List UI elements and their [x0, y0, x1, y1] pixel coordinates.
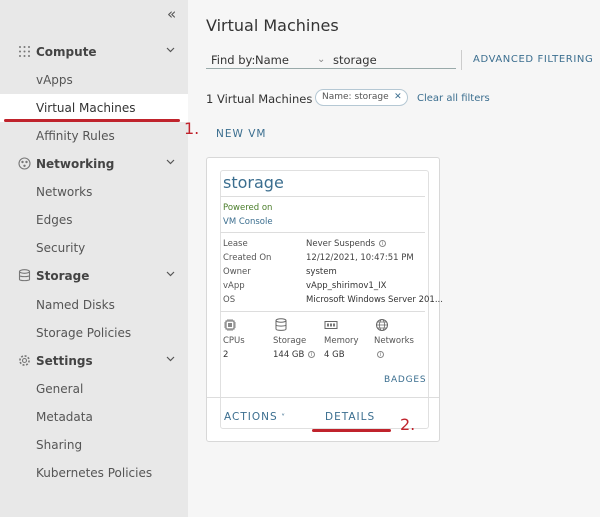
prop-value-os: Microsoft Windows Server 201... [306, 295, 443, 305]
gear-icon [19, 355, 30, 366]
result-count: 1 Virtual Machines [206, 92, 313, 106]
prop-value-owner: system [306, 267, 337, 277]
search-input[interactable]: storage [333, 53, 377, 67]
nav-group-label: Storage [36, 269, 90, 283]
storage-icon [275, 318, 287, 331]
search-underline [206, 68, 456, 69]
page-title: Virtual Machines [206, 16, 339, 35]
annotation-underline-1 [4, 119, 180, 122]
database-icon [18, 269, 31, 282]
annotation-step-1: 1. [184, 119, 200, 138]
resource-label-networks: Networks [374, 336, 414, 346]
chevron-down-icon: ˅ [277, 413, 287, 422]
resource-label-memory: Memory [324, 336, 359, 346]
info-icon[interactable]: i [378, 240, 386, 247]
globe-icon [376, 319, 388, 331]
prop-label-lease: Lease [223, 239, 248, 249]
sidebar-item-storage-policies[interactable]: Storage Policies [0, 319, 188, 347]
sidebar-item-networks[interactable]: Networks [0, 178, 188, 206]
info-icon[interactable]: i [308, 351, 316, 358]
sidebar-item-vapps[interactable]: vApps [0, 66, 188, 94]
prop-label-created-on: Created On [223, 253, 272, 263]
memory-icon [324, 321, 338, 329]
filter-chip: Name: storage ✕ [315, 89, 408, 106]
nav-group-label: Settings [36, 354, 93, 368]
sidebar: « Compute vApps Virtual Machines Affinit… [0, 0, 188, 517]
chevron-down-icon [166, 356, 175, 362]
divider [461, 50, 462, 70]
clear-all-filters-link[interactable]: Clear all filters [417, 93, 490, 104]
vm-name[interactable]: storage [223, 173, 284, 192]
nav-group-settings[interactable]: Settings [0, 347, 188, 375]
power-status: Powered on [223, 203, 273, 213]
prop-value-vapp[interactable]: vApp_shirimov1_IX [306, 281, 386, 291]
cpu-icon [224, 319, 236, 331]
actions-dropdown[interactable]: ACTIONS ˅ [224, 411, 286, 423]
chevron-down-icon: ⌄ [317, 54, 326, 65]
prop-value-lease: Never Suspends i [306, 239, 386, 249]
new-vm-button[interactable]: NEW VM [216, 128, 266, 140]
sidebar-item-sharing[interactable]: Sharing [0, 431, 188, 459]
divider [220, 311, 425, 312]
sidebar-item-kubernetes-policies[interactable]: Kubernetes Policies [0, 459, 188, 487]
prop-value-created-on: 12/12/2021, 10:47:51 PM [306, 253, 414, 263]
close-icon[interactable]: ✕ [394, 90, 402, 105]
resource-value-memory: 4 GB [324, 350, 345, 360]
chevron-down-icon [166, 271, 175, 277]
badges-link[interactable]: BADGES [384, 375, 426, 385]
prop-label-owner: Owner [223, 267, 251, 277]
annotation-step-2: 2. [400, 415, 416, 434]
chevron-down-icon [166, 159, 175, 165]
resource-value-cpus: 2 [223, 350, 229, 360]
sidebar-item-affinity-rules[interactable]: Affinity Rules [0, 122, 188, 150]
chevron-down-icon [166, 47, 175, 53]
find-by-select[interactable]: Name ⌄ [255, 53, 327, 67]
find-by-label: Find by: [211, 53, 256, 67]
divider [220, 232, 425, 233]
sidebar-item-edges[interactable]: Edges [0, 206, 188, 234]
prop-label-os: OS [223, 295, 236, 305]
divider [220, 196, 425, 197]
sidebar-item-virtual-machines[interactable]: Virtual Machines [0, 94, 188, 122]
network-icon [18, 157, 31, 170]
resource-value-storage: 144 GB i [273, 350, 316, 360]
advanced-filtering-link[interactable]: ADVANCED FILTERING [473, 54, 593, 65]
resource-label-storage: Storage [273, 336, 307, 346]
resource-label-cpus: CPUs [223, 336, 245, 346]
info-icon[interactable]: i [377, 351, 384, 358]
sidebar-item-general[interactable]: General [0, 375, 188, 403]
grid-icon [19, 46, 30, 57]
nav-group-compute[interactable]: Compute [0, 38, 188, 66]
find-by-value: Name [255, 53, 289, 67]
nav-group-storage[interactable]: Storage [0, 262, 188, 290]
nav-group-label: Networking [36, 157, 115, 171]
annotation-underline-2 [312, 429, 391, 432]
divider [207, 397, 439, 398]
resource-value-networks: i [376, 350, 384, 360]
nav-group-networking[interactable]: Networking [0, 150, 188, 178]
sidebar-item-metadata[interactable]: Metadata [0, 403, 188, 431]
details-button[interactable]: DETAILS [325, 411, 375, 423]
filter-chip-label: Name: storage [322, 92, 389, 102]
sidebar-item-security[interactable]: Security [0, 234, 188, 262]
vm-console-link[interactable]: VM Console [223, 217, 273, 227]
collapse-sidebar-icon[interactable]: « [167, 5, 176, 23]
prop-label-vapp: vApp [223, 281, 245, 291]
nav-group-label: Compute [36, 45, 97, 59]
sidebar-item-named-disks[interactable]: Named Disks [0, 291, 188, 319]
